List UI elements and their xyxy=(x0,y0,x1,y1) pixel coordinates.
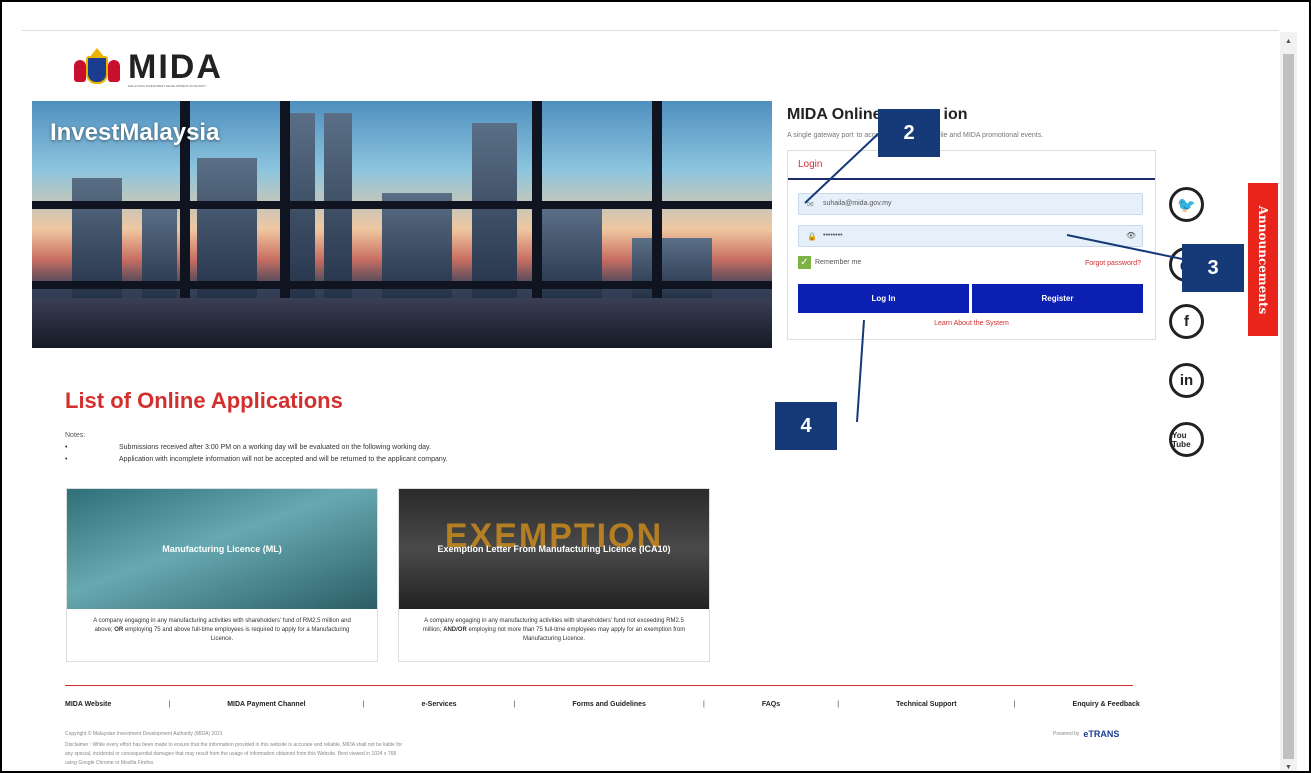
scrollbar[interactable]: ▲ ▼ xyxy=(1280,32,1297,771)
footer-link-faqs[interactable]: FAQs xyxy=(762,701,780,708)
youtube-icon[interactable]: You Tube xyxy=(1169,422,1204,457)
scroll-up-icon[interactable]: ▲ xyxy=(1280,38,1297,45)
portal-subtitle-start: A single gateway port xyxy=(787,132,854,139)
portal-subtitle: A single gateway port to acce any profile … xyxy=(787,132,1127,139)
footer-nav: MIDA Website | MIDA Payment Channel | e-… xyxy=(65,701,1140,708)
announcements-tab[interactable]: Announcements xyxy=(1248,183,1278,336)
footer-link-eservices[interactable]: e-Services xyxy=(421,701,456,708)
browser-viewport: MIDA MALAYSIAN INVESTMENT DEVELOPMENT AU… xyxy=(0,0,1311,773)
callout-3: 3 xyxy=(1182,244,1244,292)
forgot-password-link[interactable]: Forgot password? xyxy=(1085,260,1141,267)
note-text: Submissions received after 3:00 PM on a … xyxy=(119,444,431,451)
note-text: Application with incomplete information … xyxy=(119,456,448,463)
scroll-down-icon[interactable]: ▼ xyxy=(1280,764,1297,771)
list-title: List of Online Applications xyxy=(65,388,343,413)
callout-4: 4 xyxy=(775,402,837,450)
bullet: • xyxy=(65,456,68,463)
facebook-icon[interactable]: f xyxy=(1169,304,1204,339)
password-value: •••••••• xyxy=(823,232,843,239)
login-card: Login ✉ suhaila@mida.gov.my 🔒 •••••••• 👁… xyxy=(787,150,1156,340)
logo-subtitle: MALAYSIAN INVESTMENT DEVELOPMENT AUTHORI… xyxy=(128,84,207,88)
card-desc-2: employing 75 and above full-time employe… xyxy=(124,627,350,642)
manufacturing-licence-card[interactable]: Manufacturing Licence (ML) A company eng… xyxy=(66,488,378,662)
scrollbar-thumb[interactable] xyxy=(1283,54,1294,759)
login-header: Login xyxy=(788,151,1155,180)
separator: | xyxy=(513,701,516,708)
separator: | xyxy=(837,701,840,708)
remember-me[interactable]: ✓ Remember me xyxy=(798,256,861,269)
announcements-label: Announcements xyxy=(1256,205,1270,314)
exemption-letter-card[interactable]: EXEMPTION Exemption Letter From Manufact… xyxy=(398,488,710,662)
portal-title-end: ion xyxy=(943,106,968,123)
remember-checkbox[interactable]: ✓ xyxy=(798,256,811,269)
linkedin-icon[interactable]: in xyxy=(1169,363,1204,398)
hero-banner: InvestMalaysia xyxy=(32,101,772,348)
disclaimer-text: Disclaimer : While every effort has been… xyxy=(65,742,403,766)
learn-about-system-link[interactable]: Learn About the System xyxy=(788,320,1155,327)
mail-icon: ✉ xyxy=(807,200,814,209)
lock-icon: 🔒 xyxy=(807,232,817,241)
separator: | xyxy=(362,701,365,708)
portal-title-start: MIDA Online xyxy=(787,106,882,123)
mida-logo[interactable]: MIDA MALAYSIAN INVESTMENT DEVELOPMENT AU… xyxy=(74,48,223,90)
footer-link-mida-website[interactable]: MIDA Website xyxy=(65,701,111,708)
note-item: • Application with incomplete information… xyxy=(65,456,448,463)
card-description: A company engaging in any manufacturing … xyxy=(67,609,377,644)
twitter-icon[interactable]: 🐦 xyxy=(1169,187,1204,222)
separator: | xyxy=(702,701,705,708)
callout-2: 2 xyxy=(878,109,940,157)
email-value: suhaila@mida.gov.my xyxy=(823,200,892,207)
footer-link-forms[interactable]: Forms and Guidelines xyxy=(572,701,646,708)
notes-label: Notes: xyxy=(65,432,86,439)
remember-label: Remember me xyxy=(815,259,862,266)
card-description: A company engaging in any manufacturing … xyxy=(399,609,709,644)
password-field[interactable]: 🔒 •••••••• 👁 xyxy=(798,225,1143,247)
email-field[interactable]: ✉ suhaila@mida.gov.my xyxy=(798,193,1143,215)
card-image: EXEMPTION Exemption Letter From Manufact… xyxy=(399,489,709,609)
footer-link-payment[interactable]: MIDA Payment Channel xyxy=(227,701,305,708)
card-desc-or: AND/OR xyxy=(443,627,467,633)
show-password-icon[interactable]: 👁 xyxy=(1126,231,1136,240)
register-button[interactable]: Register xyxy=(972,284,1143,313)
footer-link-enquiry[interactable]: Enquiry & Feedback xyxy=(1073,701,1140,708)
footer-link-technical-support[interactable]: Technical Support xyxy=(896,701,957,708)
card-image: Manufacturing Licence (ML) xyxy=(67,489,377,609)
hero-title: InvestMalaysia xyxy=(50,119,220,146)
etrans-logo[interactable]: eTRANS xyxy=(1083,729,1119,739)
top-divider xyxy=(22,30,1279,31)
card-desc-or: OR xyxy=(114,627,124,633)
card-desc-2: employing not more than 75 full-time emp… xyxy=(468,627,686,642)
bullet: • xyxy=(65,444,68,451)
separator: | xyxy=(1013,701,1016,708)
card-title: Exemption Letter From Manufacturing Lice… xyxy=(437,544,671,554)
note-item: • Submissions received after 3:00 PM on a… xyxy=(65,444,431,451)
powered-by: Powered by eTRANS xyxy=(1053,729,1119,739)
footer-divider xyxy=(65,685,1133,686)
copyright-text: Copyright © Malaysian Investment Develop… xyxy=(65,731,223,737)
login-button[interactable]: Log In xyxy=(798,284,969,313)
portal-subtitle-mid: to acce xyxy=(856,132,880,139)
card-title: Manufacturing Licence (ML) xyxy=(162,544,282,554)
separator: | xyxy=(168,701,171,708)
coat-of-arms-icon xyxy=(74,48,120,90)
powered-by-label: Powered by xyxy=(1053,731,1080,737)
logo-wordmark: MIDA xyxy=(128,48,223,86)
